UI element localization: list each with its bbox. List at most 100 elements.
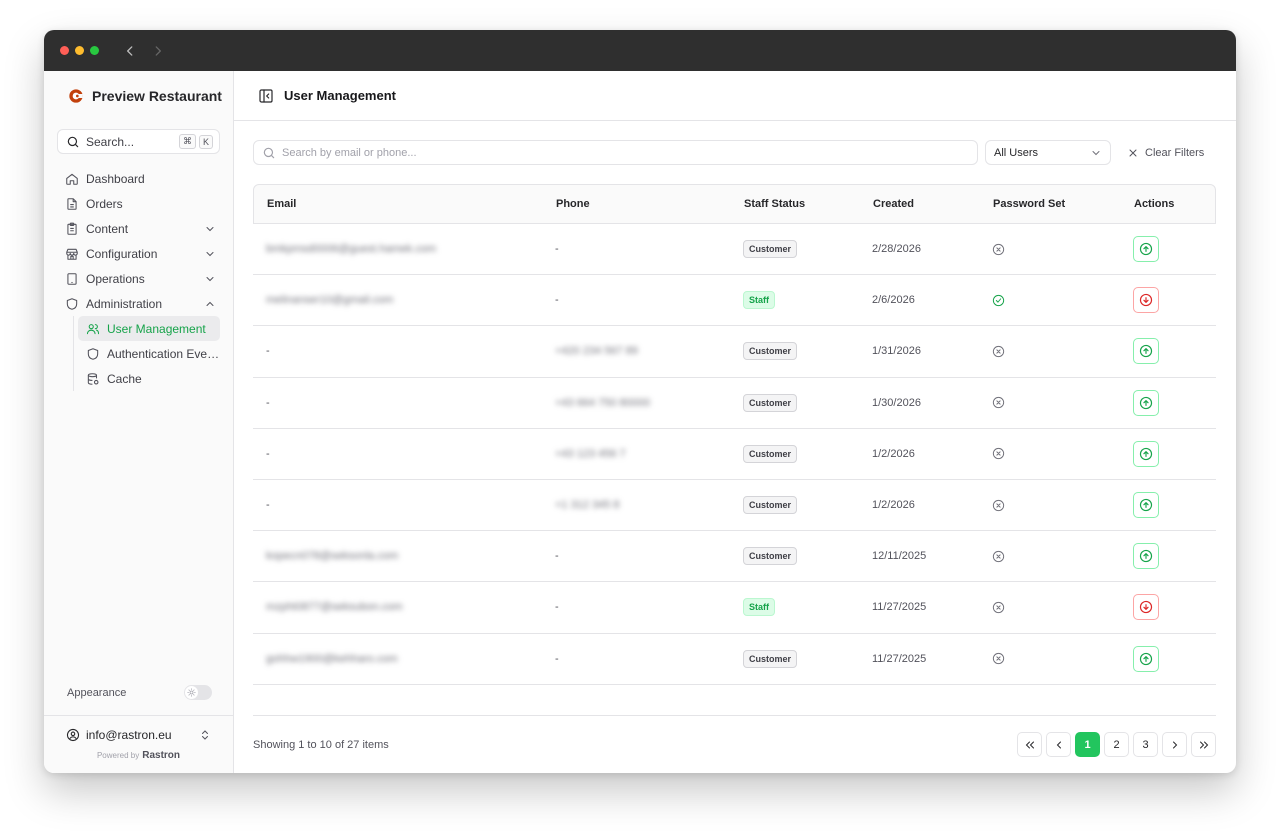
sidebar-item-label: Dashboard: [86, 171, 145, 186]
demote-user-button[interactable]: [1133, 287, 1159, 314]
sidebar-item-configuration[interactable]: Configuration: [57, 241, 220, 266]
status-badge: Customer: [743, 649, 798, 668]
cell-email: bmkpmsd0006@guest.hamek.com: [266, 243, 437, 256]
account-email: info@rastron.eu: [86, 728, 172, 742]
cell-phone: -: [555, 294, 559, 307]
appearance-label: Appearance: [67, 686, 127, 699]
cell-password-set: [979, 243, 1120, 256]
arrow-up-circle-icon: [1139, 345, 1153, 358]
powered-by: Powered by Rastron: [44, 750, 233, 761]
status-badge: Customer: [743, 496, 798, 515]
chevron-down-icon: [206, 226, 214, 231]
sidebar-item-label: User Management: [107, 321, 206, 336]
sidebar-item-user-management[interactable]: User Management: [78, 316, 220, 341]
clipboard-icon: [67, 222, 77, 235]
demote-user-button[interactable]: [1133, 594, 1159, 621]
maximize-window-button[interactable]: [90, 46, 99, 55]
previous-page-button[interactable]: [1046, 732, 1071, 757]
chevron-down-icon: [206, 276, 214, 281]
promote-user-button[interactable]: [1133, 338, 1159, 365]
promote-user-button[interactable]: [1133, 440, 1159, 467]
back-arrow-icon[interactable]: [123, 44, 137, 58]
appearance-toggle[interactable]: [184, 685, 212, 700]
chevrons-up-down-icon: [202, 730, 208, 740]
user-search-input[interactable]: Search by email or phone...: [253, 140, 978, 165]
minimize-window-button[interactable]: [75, 46, 84, 55]
sidebar-item-operations[interactable]: Operations: [57, 266, 220, 291]
sidebar-item-label: Cache: [107, 371, 142, 386]
cell-phone: -: [555, 652, 559, 665]
promote-user-button[interactable]: [1133, 236, 1159, 263]
x-circle-icon: [992, 243, 1005, 255]
check-circle-icon: [992, 294, 1005, 306]
last-page-button[interactable]: [1191, 732, 1216, 757]
cell-password-set: [979, 447, 1120, 460]
cell-phone: +420 234 567 89: [555, 345, 638, 358]
clear-filters-button[interactable]: Clear Filters: [1127, 147, 1204, 159]
x-circle-icon: [992, 550, 1005, 562]
table-row: bmkpmsd0006@guest.hamek.com - Customer 2/28…: [253, 224, 1216, 276]
promote-user-button[interactable]: [1133, 389, 1159, 416]
sidebar-item-administration[interactable]: Administration: [57, 291, 220, 316]
promote-user-button[interactable]: [1133, 645, 1159, 672]
cell-phone: +1 312 345 8: [555, 499, 620, 512]
app-window: Preview Restaurant Search... ⌘ K Dashboa…: [44, 30, 1236, 773]
table-row: - +43 123 456 7 Customer 1/2/2026: [253, 429, 1216, 480]
cell-password-set: [979, 550, 1120, 563]
column-header-staff-status[interactable]: Staff Status: [731, 198, 860, 210]
table-row: gohhw1900@kehharo.com - Customer 11/27/2025: [253, 634, 1216, 685]
page-button-1[interactable]: 1: [1075, 732, 1100, 757]
sidebar-search-button[interactable]: Search... ⌘ K: [57, 129, 220, 154]
user-circle-icon: [66, 728, 80, 742]
next-page-button[interactable]: [1162, 732, 1187, 757]
page-button-2[interactable]: 2: [1104, 732, 1129, 757]
cell-password-set: [979, 345, 1120, 358]
chevrons-right-icon: [1199, 741, 1208, 748]
cell-phone: -: [555, 243, 559, 256]
sidebar-footer: info@rastron.eu Powered by Rastron: [44, 715, 233, 773]
sidebar-item-label: Authentication Events: [107, 346, 220, 361]
sidebar-item-dashboard[interactable]: Dashboard: [57, 166, 220, 191]
x-circle-icon: [992, 397, 1005, 409]
promote-user-button[interactable]: [1133, 492, 1159, 519]
kbd-cmd: ⌘: [178, 134, 196, 149]
column-header-password-set[interactable]: Password Set: [980, 198, 1121, 210]
sun-icon: [187, 688, 196, 697]
brand-header[interactable]: Preview Restaurant: [44, 71, 233, 121]
page-title: User Management: [284, 88, 396, 103]
filters-bar: Search by email or phone... All Users Cl…: [253, 140, 1204, 165]
status-badge: Customer: [743, 342, 798, 361]
sidebar-item-cache[interactable]: Cache: [78, 366, 220, 391]
appearance-setting: Appearance: [67, 685, 212, 700]
table-row: kopecn078@seksonla.com - Customer 12/11/202…: [253, 531, 1216, 583]
table-footer: Showing 1 to 10 of 27 items 1 2 3: [253, 715, 1216, 773]
column-header-email[interactable]: Email: [254, 198, 543, 210]
cell-phone: +43 664 750 80000: [555, 396, 651, 409]
main-content: User Management Search by email or phone…: [234, 71, 1236, 773]
column-header-created[interactable]: Created: [860, 198, 980, 210]
forward-arrow-icon[interactable]: [151, 44, 165, 58]
page-button-3[interactable]: 3: [1133, 732, 1158, 757]
x-circle-icon: [992, 499, 1005, 511]
sidebar-toggle-icon[interactable]: [258, 88, 274, 104]
chevron-left-icon: [1056, 741, 1061, 748]
status-badge: Customer: [743, 547, 798, 566]
promote-user-button[interactable]: [1133, 543, 1159, 570]
administration-subnav: User Management Authentication Events Ca…: [73, 316, 220, 391]
select-value: All Users: [994, 146, 1039, 159]
status-badge: Staff: [743, 291, 775, 310]
first-page-button[interactable]: [1017, 732, 1042, 757]
cell-password-set: [979, 652, 1120, 665]
close-window-button[interactable]: [60, 46, 69, 55]
user-type-select[interactable]: All Users: [985, 140, 1111, 165]
status-badge: Customer: [743, 444, 798, 463]
sidebar-item-authentication-events[interactable]: Authentication Events: [78, 341, 220, 366]
sidebar-item-content[interactable]: Content: [57, 216, 220, 241]
account-menu[interactable]: info@rastron.eu: [44, 716, 233, 742]
sidebar-item-orders[interactable]: Orders: [57, 191, 220, 216]
sidebar-nav: Dashboard Orders Content Configuration O…: [44, 166, 233, 391]
cell-created: 1/2/2026: [872, 499, 915, 512]
sidebar: Preview Restaurant Search... ⌘ K Dashboa…: [44, 71, 234, 773]
column-header-phone[interactable]: Phone: [543, 198, 731, 210]
x-circle-icon: [992, 652, 1005, 665]
